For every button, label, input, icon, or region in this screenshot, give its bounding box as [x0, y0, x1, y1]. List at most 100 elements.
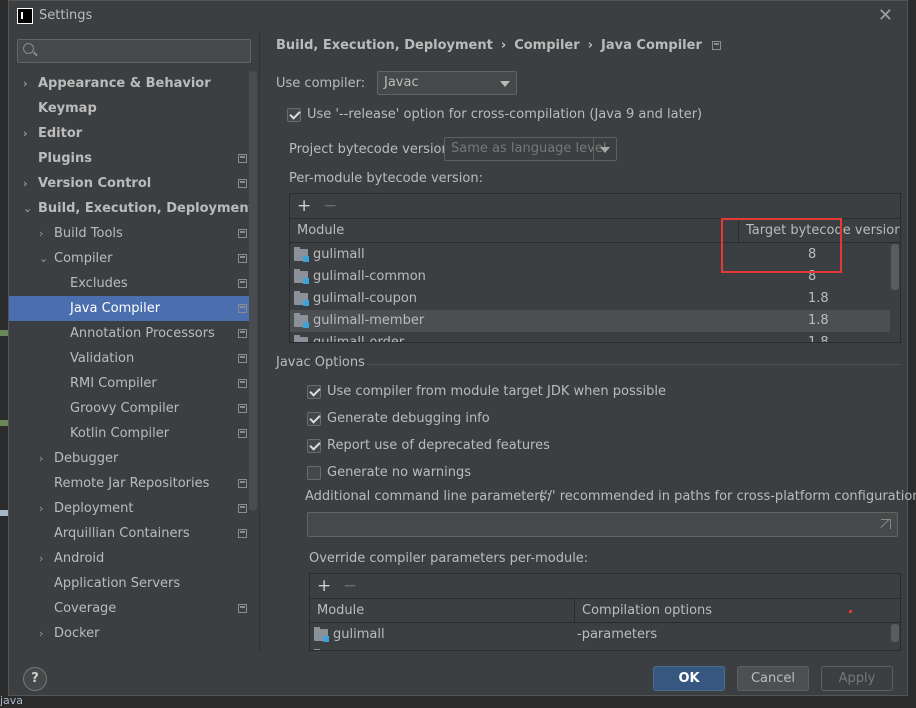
- add-module-button[interactable]: +: [297, 196, 311, 216]
- chevron-down-icon[interactable]: ⌄: [39, 246, 48, 271]
- module-folder-icon: [294, 335, 308, 342]
- use-compiler-label: Use compiler:: [276, 76, 366, 91]
- no-warnings-checkbox[interactable]: [307, 466, 321, 480]
- chevron-right-icon[interactable]: ›: [23, 121, 28, 146]
- column-header-module[interactable]: Module: [310, 599, 574, 623]
- chevron-right-icon[interactable]: ›: [39, 446, 43, 471]
- sidebar-item-excludes[interactable]: Excludes: [9, 271, 257, 296]
- table-row[interactable]: gulimall-order 1.8: [290, 332, 890, 342]
- sidebar-item-groovy-compiler[interactable]: Groovy Compiler: [9, 396, 257, 421]
- sidebar-item-label: Annotation Processors: [70, 326, 215, 341]
- module-name-cell: gulimall: [333, 627, 385, 642]
- sidebar-item-version-control[interactable]: › Version Control: [9, 171, 257, 196]
- cancel-button[interactable]: Cancel: [737, 666, 809, 691]
- sidebar-item-build-execution-deployment[interactable]: ⌄ Build, Execution, Deployment: [9, 196, 257, 221]
- sidebar-item-docker[interactable]: › Docker: [9, 621, 257, 646]
- help-button[interactable]: ?: [23, 667, 47, 691]
- sidebar-item-rmi-compiler[interactable]: RMI Compiler: [9, 371, 257, 396]
- title-bar: Settings ✕: [9, 1, 907, 31]
- table-scrollbar[interactable]: [891, 624, 899, 642]
- project-bytecode-label: Project bytecode version:: [289, 142, 455, 157]
- module-folder-icon: [294, 313, 309, 328]
- table-row[interactable]: gulimall -parameters: [310, 624, 890, 646]
- sidebar-item-remote-jar-repositories[interactable]: Remote Jar Repositories: [9, 471, 257, 496]
- chevron-down-icon[interactable]: ⌄: [23, 196, 32, 221]
- sidebar-item-label: Appearance & Behavior: [38, 76, 211, 91]
- sidebar-item-arquillian-containers[interactable]: Arquillian Containers: [9, 521, 257, 546]
- dialog-button-bar: ? OK Cancel Apply: [9, 651, 907, 696]
- sidebar-item-appearance-behavior[interactable]: › Appearance & Behavior: [9, 71, 257, 96]
- sidebar-item-annotation-processors[interactable]: Annotation Processors: [9, 321, 257, 346]
- module-folder-icon: [314, 627, 329, 642]
- sidebar-item-android[interactable]: › Android: [9, 546, 257, 571]
- chevron-right-icon[interactable]: ›: [39, 496, 43, 521]
- sidebar-item-editor[interactable]: › Editor: [9, 121, 257, 146]
- sidebar-item-label: Debugger: [54, 451, 119, 466]
- sidebar-item-plugins[interactable]: Plugins: [9, 146, 257, 171]
- module-folder-icon: [294, 269, 309, 284]
- add-override-button[interactable]: +: [317, 576, 331, 596]
- sidebar-item-java-compiler[interactable]: Java Compiler: [9, 296, 257, 321]
- chevron-right-icon[interactable]: ›: [39, 546, 43, 571]
- sidebar-item-application-servers[interactable]: Application Servers: [9, 571, 257, 596]
- background-ide-marker: [0, 420, 8, 426]
- ok-button[interactable]: OK: [653, 666, 725, 691]
- deprecated-features-checkbox[interactable]: [307, 439, 321, 453]
- chevron-right-icon[interactable]: ›: [23, 71, 28, 96]
- table-toolbar: + −: [310, 574, 900, 598]
- chevron-right-icon[interactable]: ›: [23, 171, 28, 196]
- sidebar-item-label: Compiler: [54, 251, 113, 266]
- sidebar-item-deployment[interactable]: › Deployment: [9, 496, 257, 521]
- sidebar-item-validation[interactable]: Validation: [9, 346, 257, 371]
- intellij-app-icon: [17, 8, 33, 24]
- debugging-info-checkbox[interactable]: [307, 412, 321, 426]
- apply-button[interactable]: Apply: [821, 666, 893, 691]
- target-bytecode-cell[interactable]: 1.8: [808, 288, 829, 310]
- release-option-checkbox[interactable]: [287, 108, 301, 122]
- sidebar-item-label: Docker: [54, 626, 100, 641]
- sidebar-item-debugger[interactable]: › Debugger: [9, 446, 257, 471]
- table-scrollbar[interactable]: [891, 244, 899, 290]
- compilation-options-cell[interactable]: -parameters: [577, 624, 657, 646]
- background-ide-marker: [0, 330, 8, 336]
- sidebar-item-keymap[interactable]: Keymap: [9, 96, 257, 121]
- highlight-annotation-box: [721, 218, 842, 273]
- close-icon[interactable]: ✕: [878, 5, 893, 26]
- chevron-right-icon[interactable]: ›: [39, 221, 43, 246]
- table-row[interactable]: gulimall-coupon 1.8: [290, 288, 890, 310]
- sidebar-scrollbar[interactable]: [249, 71, 257, 511]
- use-compiler-select[interactable]: Javac: [377, 71, 517, 95]
- target-bytecode-cell[interactable]: 1.8: [808, 310, 829, 332]
- sidebar-item-kotlin-compiler[interactable]: Kotlin Compiler: [9, 421, 257, 446]
- annotation-dot: [849, 610, 852, 613]
- sidebar-item-label: Application Servers: [54, 576, 181, 591]
- project-scope-icon: [238, 379, 247, 388]
- remove-module-button[interactable]: −: [323, 196, 337, 216]
- project-bytecode-select[interactable]: Same as language level: [444, 137, 617, 161]
- settings-search-input[interactable]: [17, 39, 251, 63]
- override-params-table: + − Module Compilation options gulimall -…: [309, 573, 901, 651]
- sidebar-item-label: Keymap: [38, 101, 97, 116]
- chevron-right-icon[interactable]: ›: [39, 621, 43, 646]
- expand-icon[interactable]: [881, 519, 891, 529]
- project-scope-icon: [238, 429, 247, 438]
- module-folder-icon: [294, 291, 309, 306]
- sidebar-item-compiler[interactable]: ⌄ Compiler: [9, 246, 257, 271]
- project-bytecode-value: Same as language level: [451, 141, 607, 156]
- target-bytecode-cell[interactable]: 1.8: [808, 332, 829, 342]
- column-header-module[interactable]: Module: [290, 219, 738, 243]
- additional-params-input[interactable]: [307, 512, 898, 537]
- module-name-cell: gulimall-coupon: [313, 291, 418, 306]
- project-scope-icon: [238, 529, 247, 538]
- breadcrumb-separator: ›: [500, 38, 507, 53]
- use-module-jdk-checkbox[interactable]: [307, 385, 321, 399]
- sidebar-item-label: RMI Compiler: [70, 376, 157, 391]
- project-scope-icon: [238, 304, 247, 313]
- sidebar-item-label: Plugins: [38, 151, 92, 166]
- sidebar-item-build-tools[interactable]: › Build Tools: [9, 221, 257, 246]
- sidebar-item-coverage[interactable]: Coverage: [9, 596, 257, 621]
- window-title: Settings: [39, 8, 93, 23]
- table-row[interactable]: gulimall-member 1.8: [290, 310, 890, 332]
- remove-override-button[interactable]: −: [343, 576, 357, 596]
- search-icon: [23, 43, 34, 54]
